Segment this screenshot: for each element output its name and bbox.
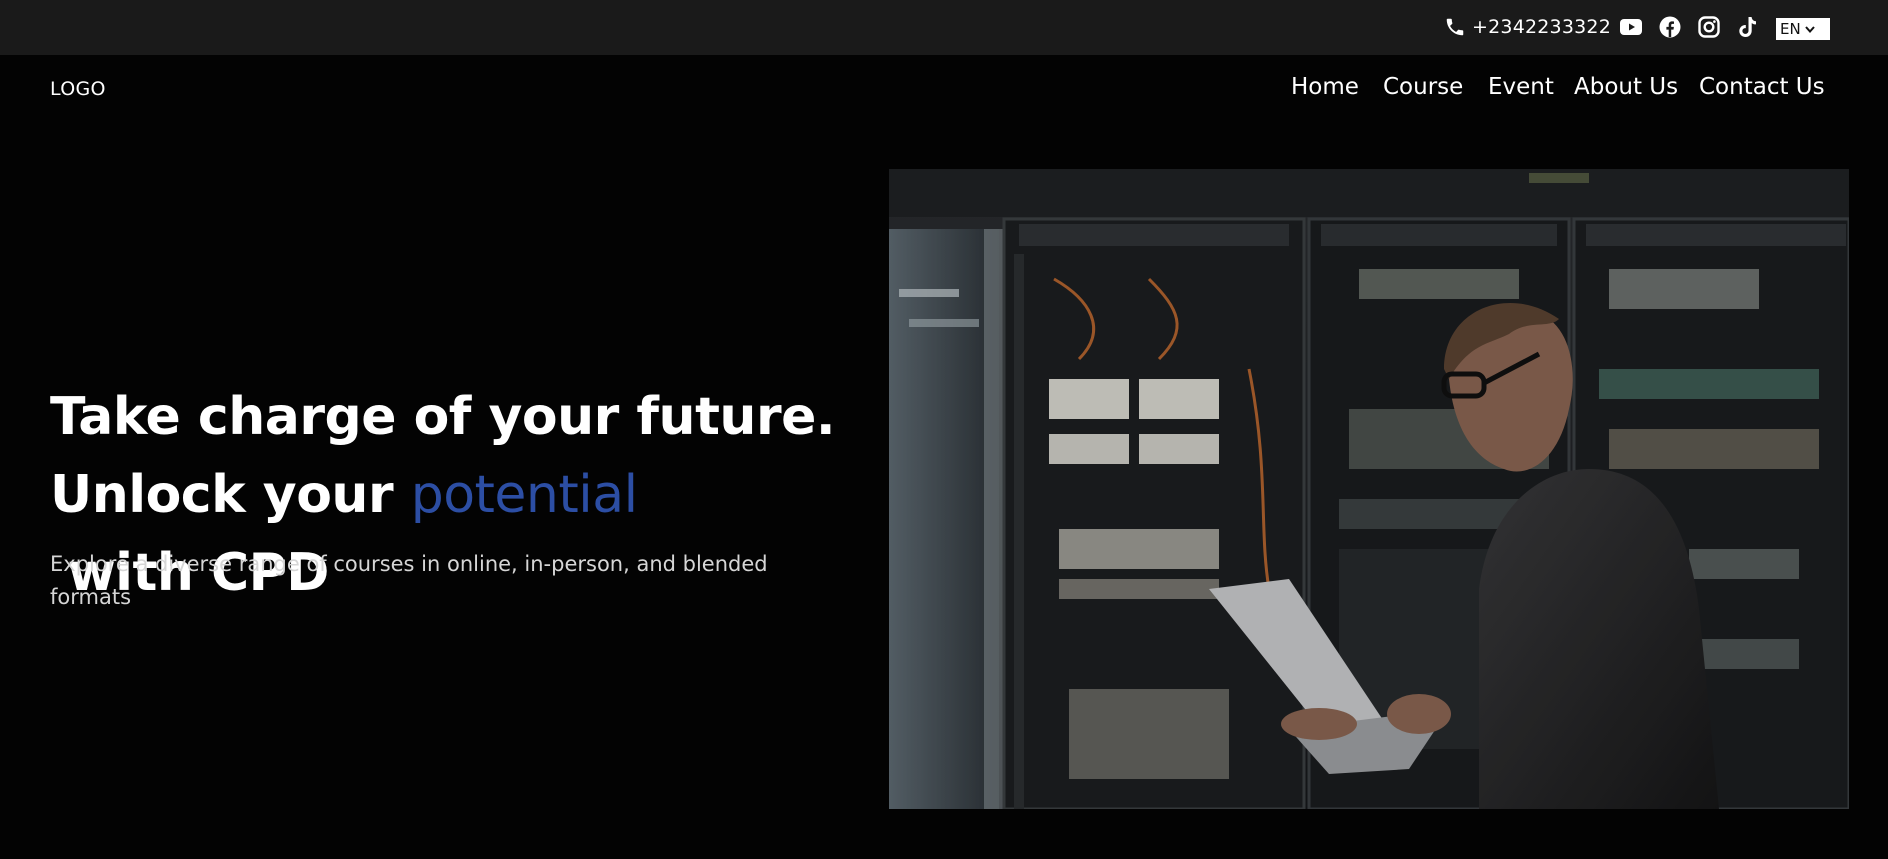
chevron-down-icon [1804, 26, 1815, 34]
site-logo[interactable]: LOGO [50, 78, 106, 100]
top-utility-bar: +2342233322 EN [0, 0, 1888, 55]
nav-event[interactable]: Event [1488, 74, 1554, 100]
youtube-link[interactable] [1619, 15, 1643, 39]
headline-accent-word: potential [410, 465, 638, 525]
tiktok-link[interactable] [1736, 15, 1760, 39]
language-value: EN [1780, 20, 1801, 38]
nav-course[interactable]: Course [1383, 74, 1463, 100]
phone-number: +2342233322 [1472, 16, 1612, 38]
language-select[interactable]: EN [1776, 18, 1830, 40]
nav-about-us[interactable]: About Us [1574, 74, 1678, 100]
facebook-icon [1659, 16, 1681, 38]
instagram-icon [1698, 16, 1720, 38]
phone-icon [1446, 18, 1464, 36]
youtube-icon [1620, 19, 1642, 35]
nav-contact-us[interactable]: Contact Us [1699, 74, 1825, 100]
tiktok-icon [1739, 17, 1756, 37]
facebook-link[interactable] [1658, 15, 1682, 39]
hero-subtext: Explore a diverse range of courses in on… [50, 552, 768, 609]
hero-image [889, 169, 1849, 809]
phone-contact[interactable]: +2342233322 [1444, 14, 1611, 40]
headline-line-1: Take charge of your future. [50, 387, 836, 447]
nav-home[interactable]: Home [1291, 74, 1359, 100]
headline-line-2-start: Unlock your [50, 465, 411, 525]
instagram-link[interactable] [1697, 15, 1721, 39]
